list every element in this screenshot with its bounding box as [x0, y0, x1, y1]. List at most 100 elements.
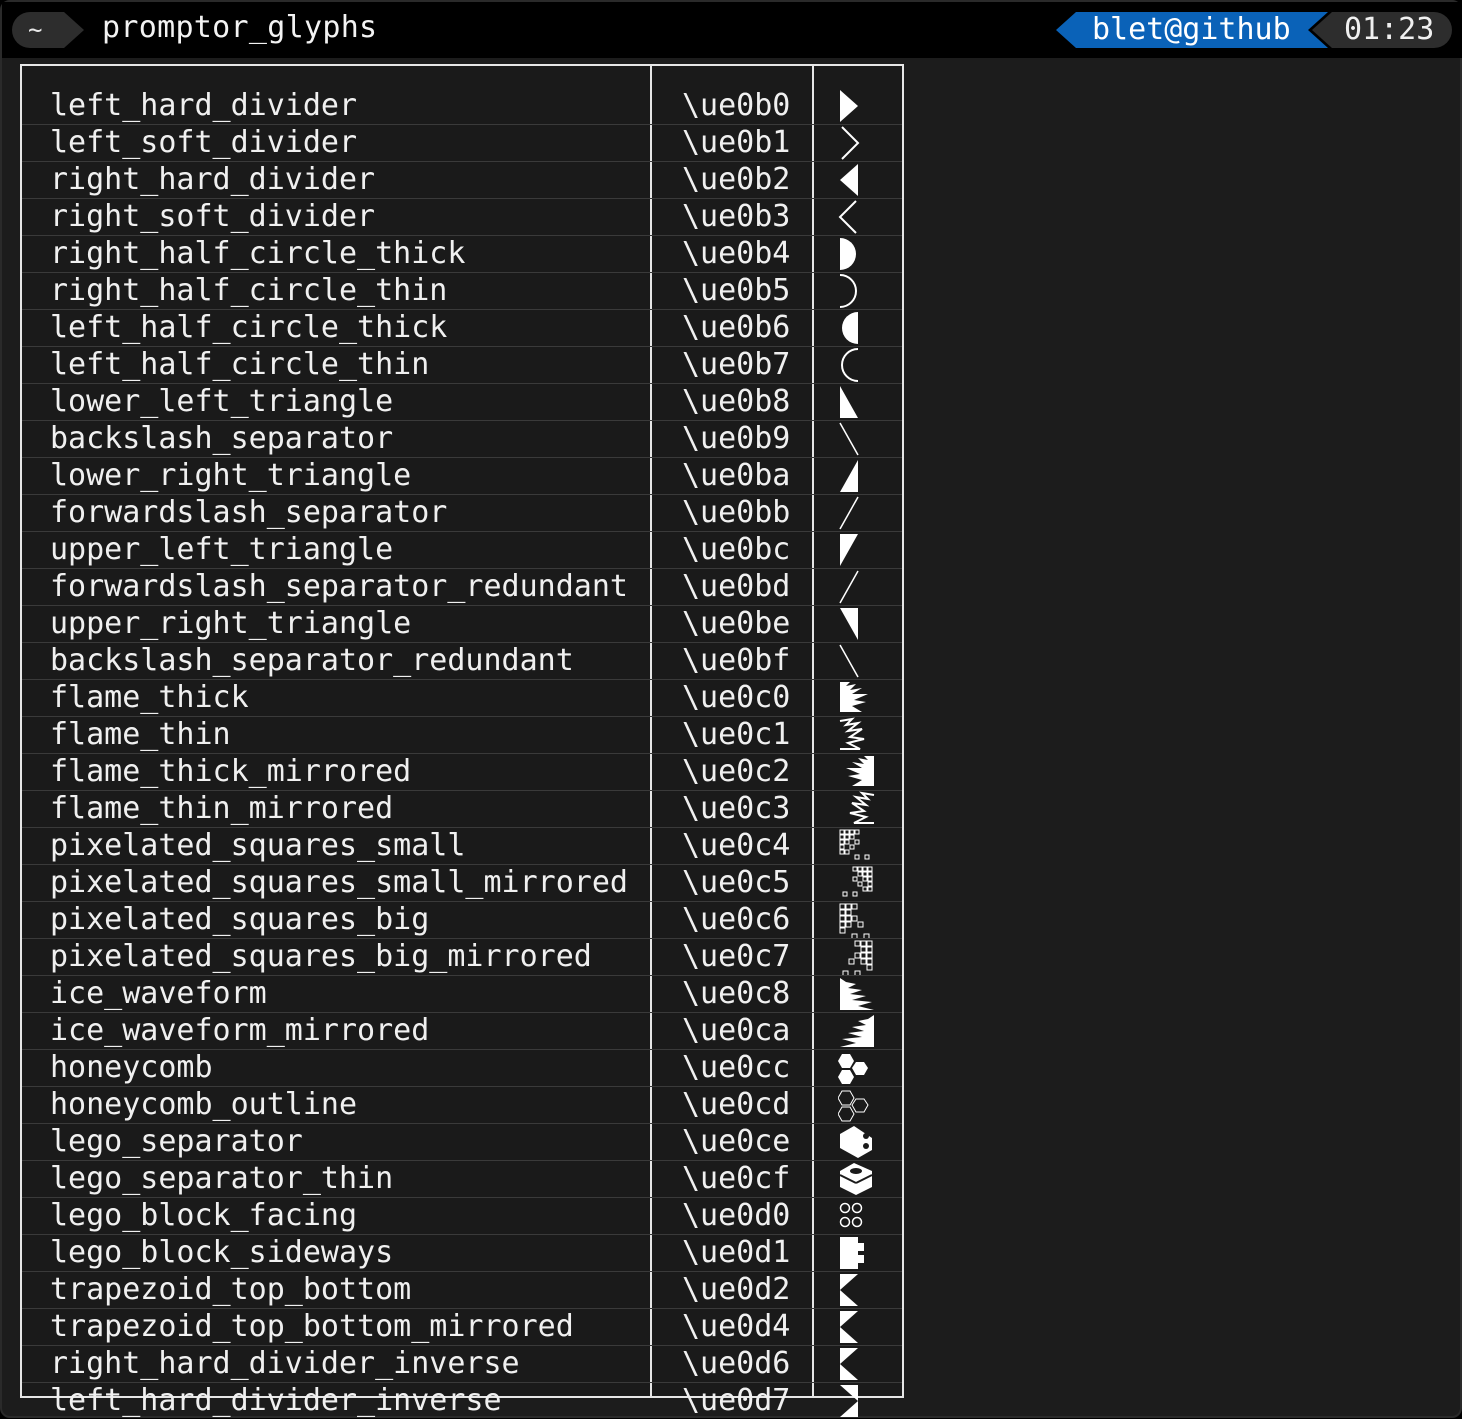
glyph-name: ice_waveform [50, 976, 267, 1011]
glyph-name: pixelated_squares_big_mirrored [50, 939, 592, 974]
glyph-name: forwardslash_separator [50, 495, 448, 530]
glyph-code: \ue0c4 [682, 828, 791, 863]
right-half-circle-thick-icon [838, 236, 878, 272]
glyph-code: \ue0d7 [682, 1383, 791, 1418]
left-half-circle-thin-icon [838, 347, 878, 383]
glyph-name: lego_separator_thin [50, 1161, 394, 1196]
flame-thin-mirrored-icon [838, 791, 878, 827]
right-hard-divider-inverse-icon [838, 1346, 878, 1382]
glyph-code: \ue0b6 [682, 310, 791, 345]
glyph-row: right_soft_divider \ue0b3 [22, 198, 902, 235]
glyph-name: right_half_circle_thin [50, 273, 448, 308]
glyph-code: \ue0c7 [682, 939, 791, 974]
glyph-row: flame_thick_mirrored \ue0c2 [22, 753, 902, 790]
glyph-row: backslash_separator_redundant \ue0bf [22, 642, 902, 679]
glyph-row: left_half_circle_thick \ue0b6 [22, 309, 902, 346]
glyph-name: upper_right_triangle [50, 606, 412, 641]
time-label: 01:23 [1344, 12, 1435, 47]
glyph-code: \ue0ca [682, 1013, 791, 1048]
pixelated-squares-small-icon [838, 828, 878, 864]
glyph-row: lego_block_facing \ue0d0 [22, 1197, 902, 1234]
glyph-code: \ue0b4 [682, 236, 791, 271]
flame-thin-icon [838, 717, 878, 753]
glyph-table: left_hard_divider \ue0b0 left_soft_divider… [20, 64, 904, 1418]
glyph-name: left_hard_divider_inverse [50, 1383, 502, 1418]
glyph-code: \ue0c3 [682, 791, 791, 826]
glyph-name: lower_right_triangle [50, 458, 412, 493]
right-half-circle-thin-icon [838, 273, 878, 309]
glyph-code: \ue0d6 [682, 1346, 791, 1381]
glyph-name: pixelated_squares_small_mirrored [50, 865, 628, 900]
glyph-name: right_half_circle_thick [50, 236, 466, 271]
lego-separator-thin-icon [838, 1161, 878, 1197]
glyph-code: \ue0cf [682, 1161, 791, 1196]
glyph-name: forwardslash_separator_redundant [50, 569, 628, 604]
lego-block-sideways-icon [838, 1235, 878, 1271]
glyph-code: \ue0b5 [682, 273, 791, 308]
upper-left-triangle-icon [838, 532, 878, 568]
right-soft-divider-icon [838, 199, 878, 235]
glyph-row: forwardslash_separator_redundant \ue0bd [22, 568, 902, 605]
forwardslash-separator-icon [838, 495, 878, 531]
glyph-row: lego_separator_thin \ue0cf [22, 1160, 902, 1197]
glyph-name: pixelated_squares_small [50, 828, 466, 863]
glyph-code: \ue0d2 [682, 1272, 791, 1307]
glyph-row: flame_thick \ue0c0 [22, 679, 902, 716]
glyph-code: \ue0b0 [682, 88, 791, 123]
glyph-row: right_half_circle_thin \ue0b5 [22, 272, 902, 309]
glyph-row: right_hard_divider \ue0b2 [22, 161, 902, 198]
pixelated-squares-big-mirrored-icon [838, 939, 878, 975]
glyph-code: \ue0c1 [682, 717, 791, 752]
glyph-name: trapezoid_top_bottom [50, 1272, 412, 1307]
glyph-name: right_soft_divider [50, 199, 376, 234]
glyph-name: lego_separator [50, 1124, 303, 1159]
trapezoid-top-bottom-icon [838, 1272, 878, 1308]
lego-block-facing-icon [838, 1198, 878, 1234]
glyph-row: ice_waveform \ue0c8 [22, 975, 902, 1012]
glyph-code: \ue0d4 [682, 1309, 791, 1344]
window-title: promptor_glyphs [102, 10, 378, 45]
glyph-name: left_soft_divider [50, 125, 358, 160]
glyph-code: \ue0c0 [682, 680, 791, 715]
glyph-code: \ue0bd [682, 569, 791, 604]
prompt-bar: ~ promptor_glyphs blet@github 01:23 [2, 2, 1462, 58]
terminal-window: ~ promptor_glyphs blet@github 01:23 left… [0, 0, 1462, 1418]
left-soft-divider-icon [838, 125, 878, 161]
glyph-row: lower_right_triangle \ue0ba [22, 457, 902, 494]
pixelated-squares-big-icon [838, 902, 878, 938]
glyph-row: left_hard_divider_inverse \ue0d7 [22, 1382, 902, 1419]
glyph-code: \ue0bb [682, 495, 791, 530]
glyph-code: \ue0b9 [682, 421, 791, 456]
glyph-name: ice_waveform_mirrored [50, 1013, 430, 1048]
glyph-name: flame_thick [50, 680, 249, 715]
glyph-code: \ue0d0 [682, 1198, 791, 1233]
glyph-code: \ue0c5 [682, 865, 791, 900]
glyph-name: flame_thin [50, 717, 231, 752]
glyph-row: left_soft_divider \ue0b1 [22, 124, 902, 161]
glyph-row: trapezoid_top_bottom \ue0d2 [22, 1271, 902, 1308]
glyph-row: backslash_separator \ue0b9 [22, 420, 902, 457]
glyph-code: \ue0bf [682, 643, 791, 678]
glyph-rows: left_hard_divider \ue0b0 left_soft_divider… [22, 88, 902, 1419]
user-label: blet@github [1092, 12, 1291, 47]
glyph-row: honeycomb_outline \ue0cd [22, 1086, 902, 1123]
home-segment: ~ [12, 12, 84, 48]
lower-right-triangle-icon [838, 458, 878, 494]
glyph-name: trapezoid_top_bottom_mirrored [50, 1309, 574, 1344]
glyph-code: \ue0ba [682, 458, 791, 493]
glyph-code: \ue0be [682, 606, 791, 641]
glyph-name: upper_left_triangle [50, 532, 394, 567]
time-segment: 01:23 [1312, 12, 1452, 48]
flame-thick-icon [838, 680, 878, 716]
left-half-circle-thick-icon [838, 310, 878, 346]
glyph-row: honeycomb \ue0cc [22, 1049, 902, 1086]
glyph-code: \ue0b7 [682, 347, 791, 382]
glyph-row: trapezoid_top_bottom_mirrored \ue0d4 [22, 1308, 902, 1345]
glyph-row: left_half_circle_thin \ue0b7 [22, 346, 902, 383]
trapezoid-top-bottom-mirrored-icon [838, 1309, 878, 1345]
glyph-name: backslash_separator [50, 421, 394, 456]
left-hard-divider-icon [838, 88, 878, 124]
glyph-name: left_half_circle_thick [50, 310, 448, 345]
glyph-name: honeycomb [50, 1050, 213, 1085]
glyph-row: pixelated_squares_big \ue0c6 [22, 901, 902, 938]
